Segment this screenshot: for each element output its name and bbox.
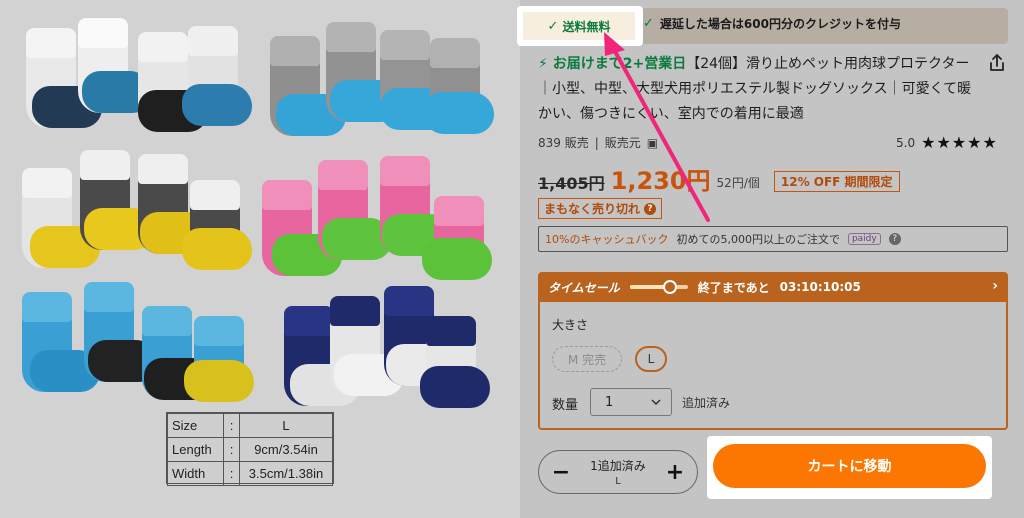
free-shipping-label: 送料無料 bbox=[562, 19, 611, 34]
discount-badge: 12% OFF 期間限定 bbox=[773, 171, 900, 192]
size-chart-key: Length bbox=[167, 437, 224, 462]
free-shipping-badge[interactable]: ✓ 送料無料 bbox=[523, 12, 635, 40]
paidy-logo: paidy bbox=[847, 233, 881, 245]
rating[interactable]: 5.0 ★★★★★ bbox=[896, 133, 998, 152]
product-title: ⚡ お届けまで2+営業日【24個】滑り止めペット用肉球プロテクター｜小型、中型、… bbox=[538, 52, 978, 127]
cashback-condition: 初めての5,000円以上のご注文で bbox=[676, 233, 840, 246]
seller-link[interactable]: 販売元 bbox=[605, 134, 641, 151]
timesale-progress bbox=[629, 280, 688, 294]
quantity-stepper: − 1追加済み L + bbox=[538, 450, 698, 494]
timesale-title: タイムセール bbox=[548, 280, 620, 295]
sock-pair-blue-paw bbox=[18, 282, 254, 407]
size-chart-row: Width : 3.5cm/1.38in bbox=[167, 461, 333, 486]
quantity-value: 1 bbox=[605, 394, 614, 410]
timesale-header[interactable]: タイムセール 終了まであと 03:10:10:05 › bbox=[538, 272, 1008, 302]
original-price: 1,405円 bbox=[538, 174, 605, 193]
cashback-percent: 10%のキャッシュバック bbox=[545, 233, 669, 246]
sock-pair-yellow-frog bbox=[18, 150, 252, 275]
cart-button-highlight: カートに移動 bbox=[707, 436, 992, 499]
rating-value: 5.0 bbox=[896, 135, 916, 150]
size-chart-colon: : bbox=[223, 461, 240, 486]
delay-credit-label: 遅延した場合は600円分のクレジットを付与 bbox=[659, 17, 901, 31]
store-icon[interactable]: ▣ bbox=[647, 136, 658, 150]
sock-pair-navy-mustache bbox=[280, 286, 505, 411]
quantity-label: 数量 bbox=[552, 398, 579, 413]
size-chart-row: Size : L bbox=[167, 413, 333, 438]
size-chart-colon: : bbox=[223, 437, 240, 462]
size-chart-value: L bbox=[239, 413, 333, 438]
selling-fast-badge[interactable]: まもなく売り切れ ? bbox=[538, 198, 663, 219]
increment-button[interactable]: + bbox=[665, 460, 685, 485]
options-box: 大きさ M 完売 L 数量 1 追加済み bbox=[538, 302, 1008, 430]
added-count: 1追加済み bbox=[590, 459, 646, 473]
delivery-info: ⚡ お届けまで2+営業日 bbox=[538, 56, 686, 72]
check-icon: ✓ bbox=[547, 18, 559, 34]
sold-count: 839 販売 bbox=[538, 136, 589, 150]
sock-pair-green-frog bbox=[258, 156, 492, 281]
delivery-label: お届けまで2+営業日 bbox=[552, 56, 687, 72]
selling-fast-label: まもなく売り切れ bbox=[544, 202, 641, 216]
size-chart-row: Length : 9cm/3.54in bbox=[167, 437, 333, 462]
delay-credit-info[interactable]: ✓ 遅延した場合は600円分のクレジットを付与 bbox=[643, 15, 901, 32]
go-to-cart-button[interactable]: カートに移動 bbox=[713, 444, 986, 488]
size-option-m: M 完売 bbox=[552, 346, 622, 372]
size-chart-colon: : bbox=[223, 413, 240, 438]
timesale-countdown: 03:10:10:05 bbox=[779, 280, 861, 294]
selected-size: L bbox=[615, 476, 621, 487]
unit-price: 52円/個 bbox=[716, 176, 760, 190]
share-icon[interactable] bbox=[986, 52, 1008, 74]
bolt-icon: ⚡ bbox=[538, 56, 548, 72]
size-chart-value: 3.5cm/1.38in bbox=[239, 461, 333, 486]
sock-pair-white-dog bbox=[22, 18, 252, 143]
size-chart: Size : L Length : 9cm/3.54in Width : 3.5… bbox=[166, 412, 334, 486]
cashback-banner[interactable]: 10%のキャッシュバック 初めての5,000円以上のご注文で paidy ? bbox=[538, 226, 1008, 252]
current-price: 1,230円 bbox=[610, 167, 711, 195]
stepper-status: 1追加済み L bbox=[590, 457, 646, 487]
size-option-l[interactable]: L bbox=[635, 346, 667, 372]
timesale-ends-label: 終了まであと bbox=[697, 280, 770, 295]
sock-pair-grey-bear bbox=[266, 22, 494, 147]
quantity-select[interactable]: 1 bbox=[590, 388, 672, 416]
chevron-right-icon[interactable]: › bbox=[992, 278, 998, 294]
check-icon: ✓ bbox=[643, 16, 654, 31]
product-image[interactable]: Size : L Length : 9cm/3.54in Width : 3.5… bbox=[0, 0, 520, 518]
help-icon[interactable]: ? bbox=[888, 233, 901, 245]
page: Size : L Length : 9cm/3.54in Width : 3.5… bbox=[0, 0, 1024, 518]
help-icon[interactable]: ? bbox=[644, 202, 657, 215]
star-icons: ★★★★★ bbox=[921, 133, 998, 152]
timesale-progress-knob bbox=[663, 280, 678, 294]
size-chart-value: 9cm/3.54in bbox=[239, 437, 333, 462]
sales-meta: 839 販売 | 販売元 ▣ bbox=[538, 134, 658, 151]
chevron-down-icon bbox=[651, 399, 661, 405]
size-label: 大きさ bbox=[552, 318, 589, 332]
meta-divider: | bbox=[594, 135, 599, 150]
size-chart-key: Size bbox=[167, 413, 224, 438]
price-row: 1,405円 1,230円 52円/個 12% OFF 期間限定 bbox=[538, 168, 900, 194]
size-chart-key: Width bbox=[167, 461, 224, 486]
added-note: 追加済み bbox=[682, 396, 731, 410]
free-shipping-highlight: ✓ 送料無料 bbox=[517, 6, 643, 46]
decrement-button[interactable]: − bbox=[551, 460, 571, 485]
